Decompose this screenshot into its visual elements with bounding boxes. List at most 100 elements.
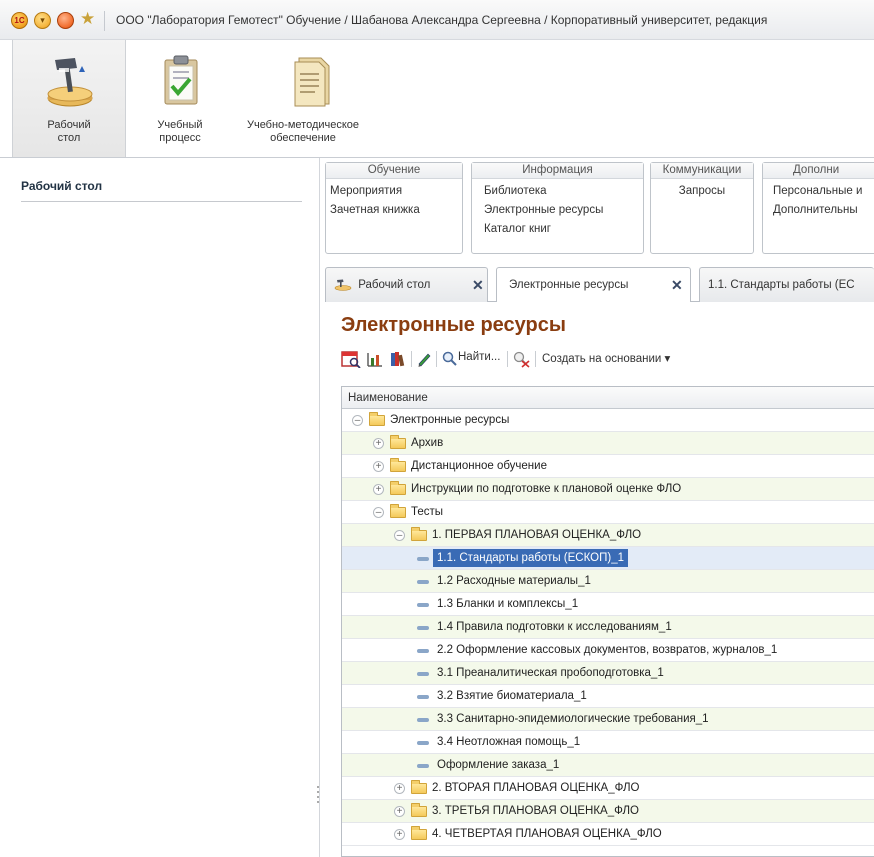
desk-lamp-icon: [334, 279, 352, 291]
tree-item-row[interactable]: 1.4 Правила подготовки к исследованиям_1: [342, 616, 874, 639]
window-title-bar: 1С ▾ ★ ООО "Лаборатория Гемотест" Обучен…: [0, 0, 874, 40]
folder-icon: [390, 481, 406, 495]
report-chart-icon[interactable]: [366, 350, 384, 368]
tree-item-row[interactable]: 1.3 Бланки и комплексы_1: [342, 593, 874, 616]
item-marker-icon: [417, 603, 429, 607]
item-marker-icon: [417, 649, 429, 653]
group-information: Информация Библиотека Электронные ресурс…: [471, 162, 644, 254]
find-button[interactable]: Найти...: [458, 351, 500, 363]
tree-folder-row[interactable]: +4. ЧЕТВЕРТАЯ ПЛАНОВАЯ ОЦЕНКА_ФЛО: [342, 823, 874, 846]
tree-item-row[interactable]: 3.2 Взятие биоматериала_1: [342, 685, 874, 708]
folder-icon: [411, 826, 427, 840]
folder-icon: [390, 458, 406, 472]
section-method-label2: обеспечение: [270, 132, 336, 144]
edit-pencil-icon[interactable]: [416, 350, 432, 368]
tree-item-row[interactable]: 1.2 Расходные материалы_1: [342, 570, 874, 593]
main-menu-dropdown-icon[interactable]: ▾: [34, 12, 51, 29]
close-icon[interactable]: ✕: [671, 278, 683, 292]
section-desktop[interactable]: Рабочий стол: [12, 40, 126, 157]
close-icon[interactable]: ✕: [472, 278, 484, 292]
print-preview-icon[interactable]: [341, 350, 361, 368]
tree-folder-row[interactable]: + Дистанционное обучение: [342, 455, 874, 478]
tab-work-standards-label: 1.1. Стандарты работы (ЕС: [708, 279, 855, 291]
section-learning-process[interactable]: Учебный процесс: [140, 40, 220, 157]
left-panel: Рабочий стол: [0, 158, 320, 857]
tree-row-label: Дистанционное обучение: [411, 460, 547, 472]
tree-folder-row[interactable]: + Инструкции по подготовке к плановой оце…: [342, 478, 874, 501]
tree-item-row[interactable]: 3.3 Санитарно-эпидемиологические требова…: [342, 708, 874, 731]
orange-orb-icon[interactable]: [57, 12, 74, 29]
title-separator: [104, 11, 105, 31]
create-based-on-button[interactable]: Создать на основании ▾: [542, 351, 670, 365]
tree-folder-row[interactable]: – Тесты: [342, 501, 874, 524]
cancel-search-icon[interactable]: [512, 350, 530, 368]
tree-row-label: Тесты: [411, 506, 444, 518]
nav-events[interactable]: Мероприятия: [330, 182, 462, 201]
expand-icon[interactable]: +: [394, 829, 405, 840]
app-1c-icon[interactable]: 1С: [11, 12, 28, 29]
tree-folder-row[interactable]: + Архив: [342, 432, 874, 455]
tree-item-row[interactable]: 2.2 Оформление кассовых документов, возв…: [342, 639, 874, 662]
tree-row-label: 2. ВТОРАЯ ПЛАНОВАЯ ОЦЕНКА_ФЛО: [432, 782, 640, 794]
collapse-icon[interactable]: –: [394, 530, 405, 541]
desk-lamp-icon: [47, 58, 93, 107]
nav-book-catalog[interactable]: Каталог книг: [484, 220, 643, 239]
tree-folder-row[interactable]: +3. ТРЕТЬЯ ПЛАНОВАЯ ОЦЕНКА_ФЛО: [342, 800, 874, 823]
section-desktop-label2: стол: [57, 132, 81, 144]
item-marker-icon: [417, 557, 429, 561]
group-communications-title: Коммуникации: [651, 163, 753, 179]
expand-icon[interactable]: +: [394, 783, 405, 794]
folder-icon: [369, 412, 385, 426]
group-training: Обучение Мероприятия Зачетная книжка: [325, 162, 463, 254]
folder-icon: [390, 435, 406, 449]
panel-splitter-handle[interactable]: [317, 783, 321, 813]
collapse-icon[interactable]: –: [352, 415, 363, 426]
item-marker-icon: [417, 764, 429, 768]
tab-electronic-resources[interactable]: Электронные ресурсы ✕: [496, 267, 691, 303]
tree-row-label: Инструкции по подготовке к плановой оцен…: [411, 483, 682, 495]
expand-icon[interactable]: +: [394, 806, 405, 817]
group-additional-title: Дополни: [763, 163, 874, 179]
tree-rows: – Электронные ресурсы + Архив + Дистанционное…: [342, 409, 874, 846]
function-groups: Обучение Мероприятия Зачетная книжка Инф…: [325, 158, 874, 258]
expand-icon[interactable]: +: [373, 484, 384, 495]
tree-folder-row[interactable]: – Электронные ресурсы: [342, 409, 874, 432]
tree-row-label: 1.2 Расходные материалы_1: [437, 575, 591, 587]
nav-library[interactable]: Библиотека: [484, 182, 643, 201]
left-panel-divider: [21, 201, 302, 202]
tree-folder-row[interactable]: – 1. ПЕРВАЯ ПЛАНОВАЯ ОЦЕНКА_ФЛО: [342, 524, 874, 547]
nav-electronic-resources[interactable]: Электронные ресурсы: [484, 201, 643, 220]
item-marker-icon: [417, 718, 429, 722]
tab-desktop-label: Рабочий стол: [358, 279, 431, 291]
column-header-name[interactable]: Наименование: [342, 387, 874, 409]
tree-row-label: 3.1 Преаналитическая пробоподготовка_1: [437, 667, 664, 679]
nav-personal[interactable]: Персональные и: [773, 182, 874, 201]
expand-icon[interactable]: +: [373, 438, 384, 449]
expand-icon[interactable]: +: [373, 461, 384, 472]
window-title: ООО "Лаборатория Гемотест" Обучение / Ша…: [116, 13, 768, 27]
tab-work-standards[interactable]: 1.1. Стандарты работы (ЕС: [699, 267, 874, 302]
nav-requests[interactable]: Запросы: [651, 182, 753, 201]
books-icon[interactable]: [389, 350, 407, 368]
section-methodological-support[interactable]: Учебно-методическое обеспечение: [228, 40, 378, 157]
tree-item-row[interactable]: 3.4 Неотложная помощь_1: [342, 731, 874, 754]
tree-folder-row[interactable]: +2. ВТОРАЯ ПЛАНОВАЯ ОЦЕНКА_ФЛО: [342, 777, 874, 800]
open-tabs: Рабочий стол ✕ Электронные ресурсы ✕ 1.1…: [325, 262, 874, 303]
item-marker-icon: [417, 741, 429, 745]
item-marker-icon: [417, 695, 429, 699]
tree-row-label: 4. ЧЕТВЕРТАЯ ПЛАНОВАЯ ОЦЕНКА_ФЛО: [432, 828, 662, 840]
tree-item-row[interactable]: Оформление заказа_1: [342, 754, 874, 777]
tab-desktop[interactable]: Рабочий стол ✕: [325, 267, 488, 302]
tab-electronic-resources-label: Электронные ресурсы: [509, 279, 629, 291]
tree-item-row[interactable]: 1.1. Стандарты работы (ЕСКОП)_1: [342, 547, 874, 570]
nav-additional[interactable]: Дополнительны: [773, 201, 874, 220]
resources-tree-grid: Наименование – Электронные ресурсы + Архив +…: [341, 386, 874, 857]
tree-item-row[interactable]: 3.1 Преаналитическая пробоподготовка_1: [342, 662, 874, 685]
nav-record-book[interactable]: Зачетная книжка: [330, 201, 462, 220]
tree-row-label: 1.4 Правила подготовки к исследованиям_1: [437, 621, 672, 633]
group-training-title: Обучение: [326, 163, 462, 179]
page-title: Электронные ресурсы: [341, 314, 566, 336]
collapse-icon[interactable]: –: [373, 507, 384, 518]
favorites-star-icon[interactable]: ★: [80, 9, 95, 29]
left-panel-title[interactable]: Рабочий стол: [21, 179, 102, 193]
